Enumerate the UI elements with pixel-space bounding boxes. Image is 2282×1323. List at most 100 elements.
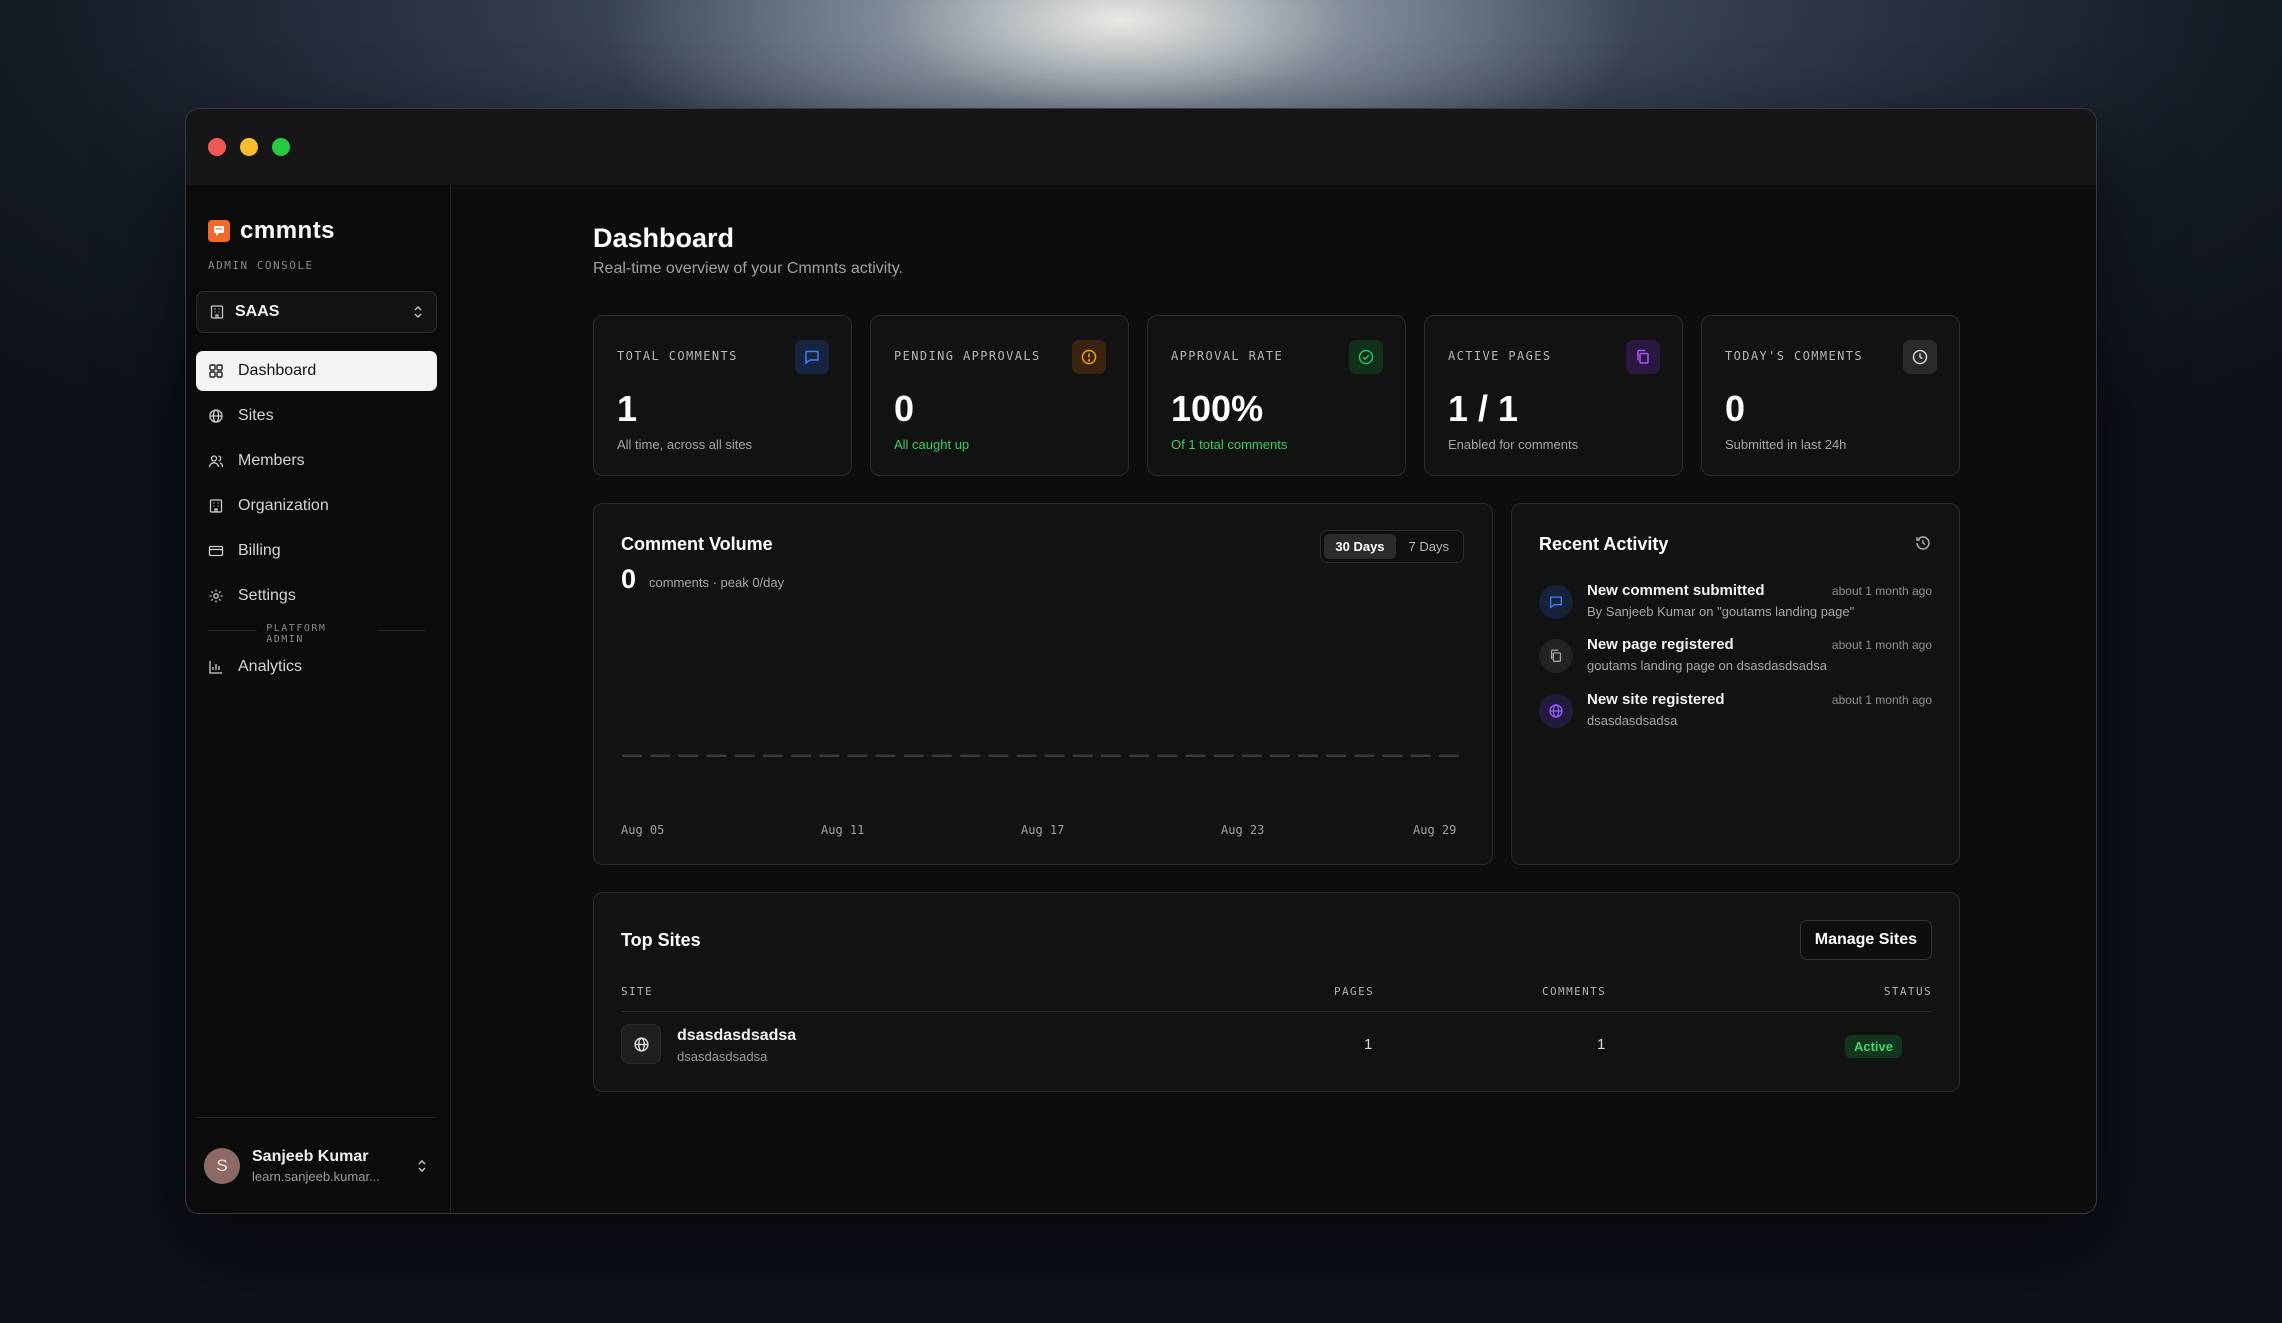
site-pages-count: 1 bbox=[1364, 1036, 1373, 1053]
card-title: Comment Volume bbox=[621, 534, 773, 554]
chart-bar[interactable] bbox=[762, 754, 783, 758]
chart-bar[interactable] bbox=[847, 754, 868, 758]
stat-card-active-pages: ACTIVE PAGES 1 / 1 Enabled for comments bbox=[1424, 315, 1683, 476]
chart-bar[interactable] bbox=[819, 754, 840, 758]
chart-bar[interactable] bbox=[678, 754, 699, 758]
chart-bar[interactable] bbox=[903, 754, 924, 758]
chart-bar[interactable] bbox=[988, 754, 1009, 758]
sidebar-item-label: Dashboard bbox=[238, 362, 317, 379]
site-name[interactable]: dsasdasdsadsa bbox=[677, 1027, 796, 1045]
user-email: learn.sanjeeb.kumar... bbox=[252, 1168, 380, 1184]
stat-value: 1 bbox=[617, 388, 638, 429]
stat-label: PENDING APPROVALS bbox=[894, 349, 1041, 363]
chart-bar[interactable] bbox=[734, 754, 755, 758]
sidebar-item-settings[interactable]: Settings bbox=[196, 576, 437, 616]
chart-bar[interactable] bbox=[1298, 754, 1319, 758]
chart-bar[interactable] bbox=[1354, 754, 1375, 758]
chart-bar[interactable] bbox=[650, 754, 671, 758]
activity-time: about 1 month ago bbox=[1831, 638, 1932, 652]
activity-description: By Sanjeeb Kumar on "goutams landing pag… bbox=[1587, 604, 1855, 619]
brand-subtitle: ADMIN CONSOLE bbox=[208, 259, 314, 272]
chart-bar[interactable] bbox=[1100, 754, 1121, 758]
chart-bar[interactable] bbox=[931, 754, 952, 758]
chart-bar[interactable] bbox=[1016, 754, 1037, 758]
x-tick-label: Aug 05 bbox=[621, 823, 665, 837]
x-tick-label: Aug 17 bbox=[1021, 823, 1065, 837]
brand-name: cmmnts bbox=[240, 217, 336, 244]
sidebar-item-dashboard[interactable]: Dashboard bbox=[196, 351, 437, 391]
card-title: Recent Activity bbox=[1539, 534, 1669, 554]
stat-card-todays-comments: TODAY'S COMMENTS 0 Submitted in last 24h bbox=[1701, 315, 1960, 476]
stat-note: All caught up bbox=[894, 437, 970, 452]
sidebar-item-billing[interactable]: Billing bbox=[196, 531, 437, 571]
site-comments-count: 1 bbox=[1597, 1036, 1606, 1053]
clock-icon bbox=[1912, 349, 1928, 365]
chart-bar[interactable] bbox=[960, 754, 981, 758]
range-7-days-button[interactable]: 7 Days bbox=[1398, 534, 1460, 559]
chart-bar[interactable] bbox=[1044, 754, 1065, 758]
chart-bar[interactable] bbox=[622, 754, 643, 758]
sidebar-item-label: Organization bbox=[238, 497, 329, 514]
chart-bar[interactable] bbox=[1129, 754, 1150, 758]
chart-bar[interactable] bbox=[1382, 754, 1403, 758]
history-icon[interactable] bbox=[1914, 534, 1932, 552]
chart-bar[interactable] bbox=[1410, 754, 1431, 758]
alert-circle-icon bbox=[1081, 349, 1097, 365]
organization-selector[interactable]: SAAS bbox=[196, 291, 437, 333]
sidebar-item-members[interactable]: Members bbox=[196, 441, 437, 481]
activity-time: about 1 month ago bbox=[1831, 584, 1932, 598]
copy-icon bbox=[1637, 349, 1649, 364]
page-subtitle: Real-time overview of your Cmmnts activi… bbox=[593, 260, 903, 277]
activity-title: New site registered bbox=[1587, 691, 1725, 708]
stat-note: Of 1 total comments bbox=[1171, 437, 1288, 452]
chart-bar[interactable] bbox=[1072, 754, 1093, 758]
column-header-status[interactable]: STATUS bbox=[1884, 985, 1932, 998]
activity-item[interactable]: New site registered dsasdasdsadsa about … bbox=[1539, 691, 1932, 735]
page-title: Dashboard bbox=[593, 223, 735, 253]
user-name: Sanjeeb Kumar bbox=[252, 1147, 369, 1165]
close-window-button[interactable] bbox=[208, 138, 226, 156]
chart-bar[interactable] bbox=[1438, 754, 1459, 758]
app-window: cmmnts ADMIN CONSOLE SAAS Dashboard Site… bbox=[185, 108, 2097, 1214]
manage-sites-button[interactable]: Manage Sites bbox=[1799, 920, 1932, 960]
chevron-up-down-icon bbox=[414, 306, 422, 318]
stat-value: 0 bbox=[894, 388, 915, 429]
site-domain: dsasdasdsadsa bbox=[677, 1049, 768, 1064]
chart-bar[interactable] bbox=[1241, 754, 1262, 758]
brand-logo-icon bbox=[208, 220, 230, 242]
chart-bar[interactable] bbox=[791, 754, 812, 758]
column-header-comments[interactable]: COMMENTS bbox=[1542, 985, 1606, 998]
brand[interactable]: cmmnts bbox=[208, 217, 335, 245]
maximize-window-button[interactable] bbox=[272, 138, 290, 156]
range-30-days-button[interactable]: 30 Days bbox=[1324, 534, 1396, 559]
chart-bar[interactable] bbox=[1326, 754, 1347, 758]
activity-item[interactable]: New page registered goutams landing page… bbox=[1539, 636, 1932, 680]
sidebar-item-analytics[interactable]: Analytics bbox=[196, 647, 437, 687]
message-icon bbox=[1550, 596, 1562, 609]
chart-bar[interactable] bbox=[1213, 754, 1234, 758]
column-header-pages[interactable]: PAGES bbox=[1334, 985, 1374, 998]
chart-bar[interactable] bbox=[1269, 754, 1290, 758]
stat-card-approval-rate: APPROVAL RATE 100% Of 1 total comments bbox=[1147, 315, 1406, 476]
x-tick-label: Aug 29 bbox=[1413, 823, 1457, 837]
title-bar bbox=[186, 109, 2096, 185]
chart-bar[interactable] bbox=[875, 754, 896, 758]
main-content: Dashboard Real-time overview of your Cmm… bbox=[451, 185, 2096, 1213]
chart-bar[interactable] bbox=[706, 754, 727, 758]
activity-description: dsasdasdsadsa bbox=[1587, 713, 1678, 728]
sidebar-item-label: Analytics bbox=[238, 658, 303, 675]
chart-bar[interactable] bbox=[1157, 754, 1178, 758]
minimize-window-button[interactable] bbox=[240, 138, 258, 156]
sidebar-nav: Dashboard Sites Members Organization Bil… bbox=[196, 351, 437, 692]
activity-title: New page registered bbox=[1587, 636, 1734, 653]
sidebar-item-sites[interactable]: Sites bbox=[196, 396, 437, 436]
column-header-site[interactable]: SITE bbox=[621, 985, 653, 998]
stat-icon-box bbox=[795, 340, 829, 374]
stat-value: 0 bbox=[1725, 388, 1746, 429]
chart-bar[interactable] bbox=[1185, 754, 1206, 758]
bar-chart-icon bbox=[209, 661, 222, 674]
activity-icon-box bbox=[1539, 639, 1573, 673]
user-menu[interactable]: S Sanjeeb Kumar learn.sanjeeb.kumar... bbox=[196, 1117, 436, 1213]
sidebar-item-organization[interactable]: Organization bbox=[196, 486, 437, 526]
activity-item[interactable]: New comment submitted By Sanjeeb Kumar o… bbox=[1539, 582, 1932, 626]
